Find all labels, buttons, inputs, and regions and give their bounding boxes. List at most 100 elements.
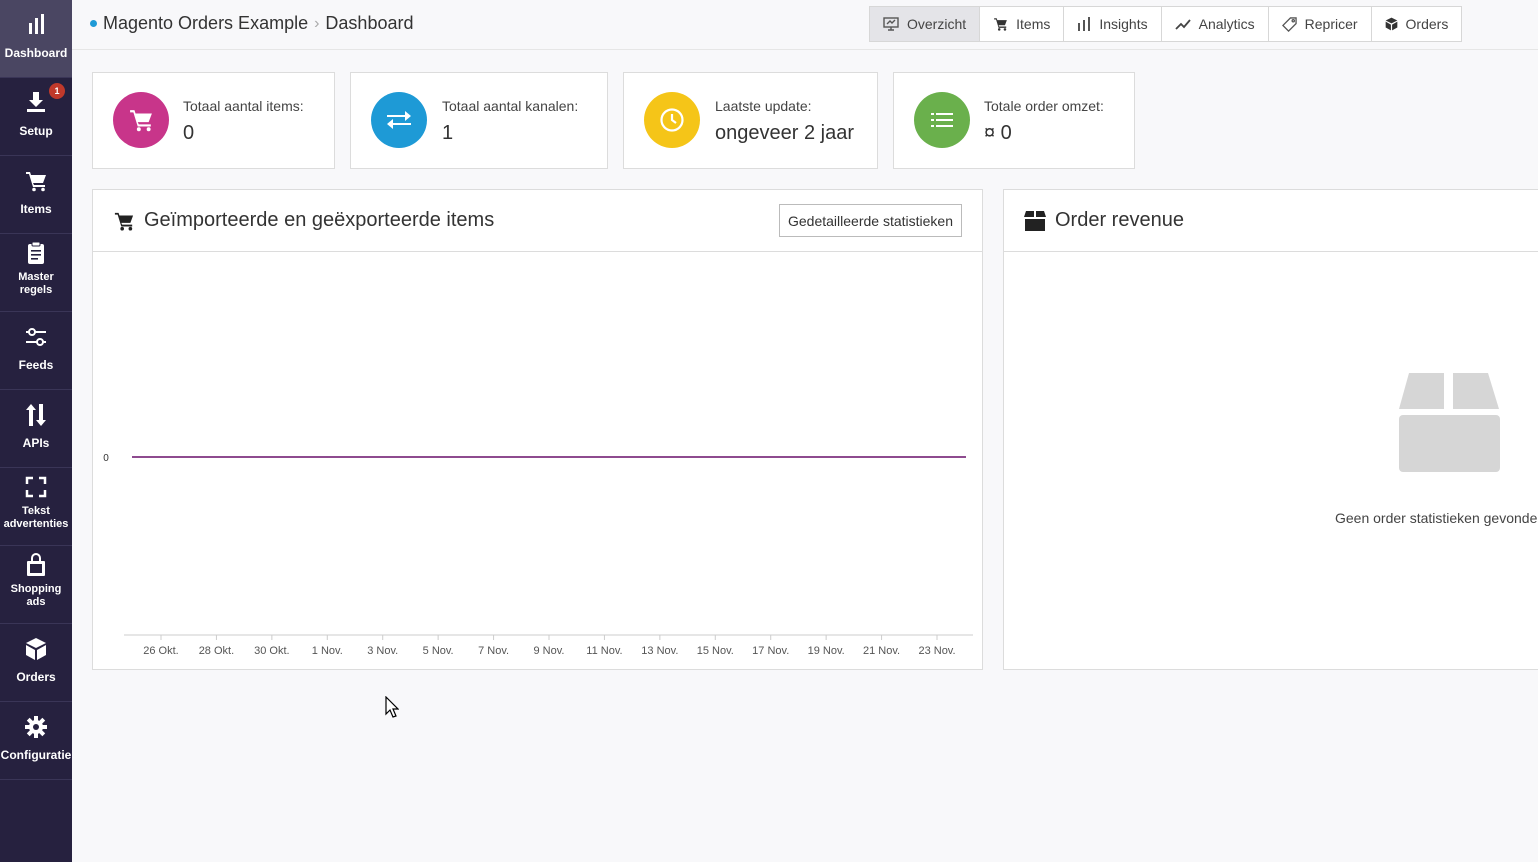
list-icon xyxy=(914,92,970,148)
cart-icon xyxy=(114,212,134,231)
exchange-icon xyxy=(371,92,427,148)
data-point xyxy=(659,456,661,458)
sidebar-item-label: Tekst xyxy=(22,505,50,517)
sidebar-item-items[interactable]: Items xyxy=(0,156,72,234)
x-tick-label: 7 Nov. xyxy=(478,645,509,657)
data-point xyxy=(936,456,938,458)
x-tick-label: 30 Okt. xyxy=(254,645,289,657)
tab-orders[interactable]: Orders xyxy=(1372,7,1462,41)
stat-value: ¤ 0 xyxy=(984,122,1012,144)
data-point xyxy=(326,456,329,458)
x-tick-label: 26 Okt. xyxy=(143,645,178,657)
tab-insights[interactable]: Insights xyxy=(1064,7,1162,41)
sidebar-item-apis[interactable]: APIs xyxy=(0,390,72,468)
data-point xyxy=(381,456,384,458)
data-point xyxy=(492,456,495,458)
x-tick-label: 23 Nov. xyxy=(918,645,955,657)
sidebar-item-label: ads xyxy=(26,596,46,608)
x-tick-label: 5 Nov. xyxy=(423,645,454,657)
panel-header: Order revenue xyxy=(1004,190,1538,252)
stat-value: 0 xyxy=(183,122,195,144)
stat-title: Totaal aantal kanalen: xyxy=(442,98,579,114)
sidebar-item-label: Orders xyxy=(16,670,56,684)
tab-overzicht[interactable]: Overzicht xyxy=(870,7,981,41)
data-point xyxy=(548,456,550,458)
bar-chart-icon xyxy=(0,13,72,35)
arrows-updown-icon xyxy=(0,403,72,427)
line-chart-icon xyxy=(1174,19,1191,30)
y-tick-label: 0 xyxy=(103,453,109,464)
expand-icon xyxy=(0,476,72,498)
sidebar-item-tekst-advertenties[interactable]: Tekst advertenties xyxy=(0,468,72,546)
tab-label: Overzicht xyxy=(907,16,967,32)
clipboard-icon xyxy=(0,241,72,265)
sidebar-item-label: Master xyxy=(18,271,54,283)
stat-card-items: Totaal aantal items: 0 xyxy=(92,72,335,169)
sidebar-item-configuratie[interactable]: Configuratie xyxy=(0,702,72,780)
x-tick-label: 1 Nov. xyxy=(312,645,343,657)
sidebar-item-label: Dashboard xyxy=(4,46,68,60)
sidebar-item-label: Setup xyxy=(19,124,53,138)
data-point xyxy=(215,456,218,458)
data-point xyxy=(880,456,883,458)
sidebar-item-label: Items xyxy=(20,202,52,216)
tab-label: Repricer xyxy=(1304,16,1358,32)
sidebar-item-label: regels xyxy=(19,284,53,296)
sidebar-item-shopping-ads[interactable]: Shopping ads xyxy=(0,546,72,624)
breadcrumb-parent[interactable]: Magento Orders Example xyxy=(103,13,308,34)
revenue-panel: Order revenue Geen order statistieken ge… xyxy=(1003,189,1538,670)
tab-repricer[interactable]: Repricer xyxy=(1269,7,1372,41)
stat-card-revenue: Totale order omzet: ¤ 0 xyxy=(893,72,1135,169)
stat-title: Laatste update: xyxy=(715,98,812,114)
panel-header: Geïmporteerde en geëxporteerde items Ged… xyxy=(93,190,982,252)
data-point xyxy=(769,456,772,458)
stat-value: 1 xyxy=(442,122,454,144)
stat-title: Totale order omzet: xyxy=(984,98,1104,114)
top-bar: Magento Orders Example › Dashboard Overz… xyxy=(72,0,1538,50)
empty-box-icon xyxy=(1399,373,1500,472)
x-tick-label: 3 Nov. xyxy=(367,645,398,657)
clock-icon xyxy=(644,92,700,148)
sidebar-item-label: Shopping xyxy=(10,583,62,595)
bar-chart-icon xyxy=(1078,17,1091,31)
tab-analytics[interactable]: Analytics xyxy=(1162,7,1269,41)
items-panel: Geïmporteerde en geëxporteerde items Ged… xyxy=(92,189,983,670)
panel-title: Order revenue xyxy=(1055,209,1184,231)
tab-label: Items xyxy=(1016,16,1051,32)
sidebar-item-label: Feeds xyxy=(18,358,54,372)
cart-icon xyxy=(0,170,72,192)
sidebar-item-master-regels[interactable]: Master regels xyxy=(0,234,72,312)
sidebar-item-dashboard[interactable]: Dashboard xyxy=(0,0,72,78)
x-tick-label: 13 Nov. xyxy=(641,645,678,657)
sidebar-item-label: APIs xyxy=(22,436,50,450)
empty-state-text: Geen order statistieken gevonden xyxy=(1335,510,1538,526)
presentation-icon xyxy=(883,17,899,31)
breadcrumb: Magento Orders Example › Dashboard xyxy=(90,13,413,34)
sidebar-item-feeds[interactable]: Feeds xyxy=(0,312,72,390)
sidebar: Dashboard Setup 1 Items Master regels Fe… xyxy=(0,0,72,862)
tab-items[interactable]: Items xyxy=(980,7,1065,41)
data-point xyxy=(160,456,162,458)
cart-icon xyxy=(994,18,1007,31)
chevron-right-icon: › xyxy=(314,14,320,32)
stat-title: Totaal aantal items: xyxy=(183,98,304,114)
cube-icon xyxy=(1385,17,1397,31)
x-tick-label: 9 Nov. xyxy=(534,645,565,657)
x-tick-label: 11 Nov. xyxy=(586,645,622,657)
gear-icon xyxy=(0,716,72,738)
stat-card-last-update: Laatste update: ongeveer 2 jaar xyxy=(623,72,878,169)
stat-card-channels: Totaal aantal kanalen: 1 xyxy=(350,72,608,169)
box-icon xyxy=(1024,211,1046,231)
shopping-bag-icon xyxy=(0,553,72,577)
breadcrumb-current: Dashboard xyxy=(325,13,414,33)
x-tick-label: 28 Okt. xyxy=(199,645,234,657)
sidebar-item-label: Configuratie xyxy=(0,748,72,762)
panel-title: Geïmporteerde en geëxporteerde items xyxy=(144,209,495,231)
x-tick-label: 21 Nov. xyxy=(863,645,900,657)
stat-value: ongeveer 2 jaar xyxy=(715,122,854,144)
mouse-cursor-icon xyxy=(385,696,399,718)
status-dot xyxy=(90,20,97,27)
detailed-statistics-button[interactable]: Gedetailleerde statistieken xyxy=(779,204,962,237)
sidebar-item-orders[interactable]: Orders xyxy=(0,624,72,702)
cart-icon xyxy=(113,92,169,148)
